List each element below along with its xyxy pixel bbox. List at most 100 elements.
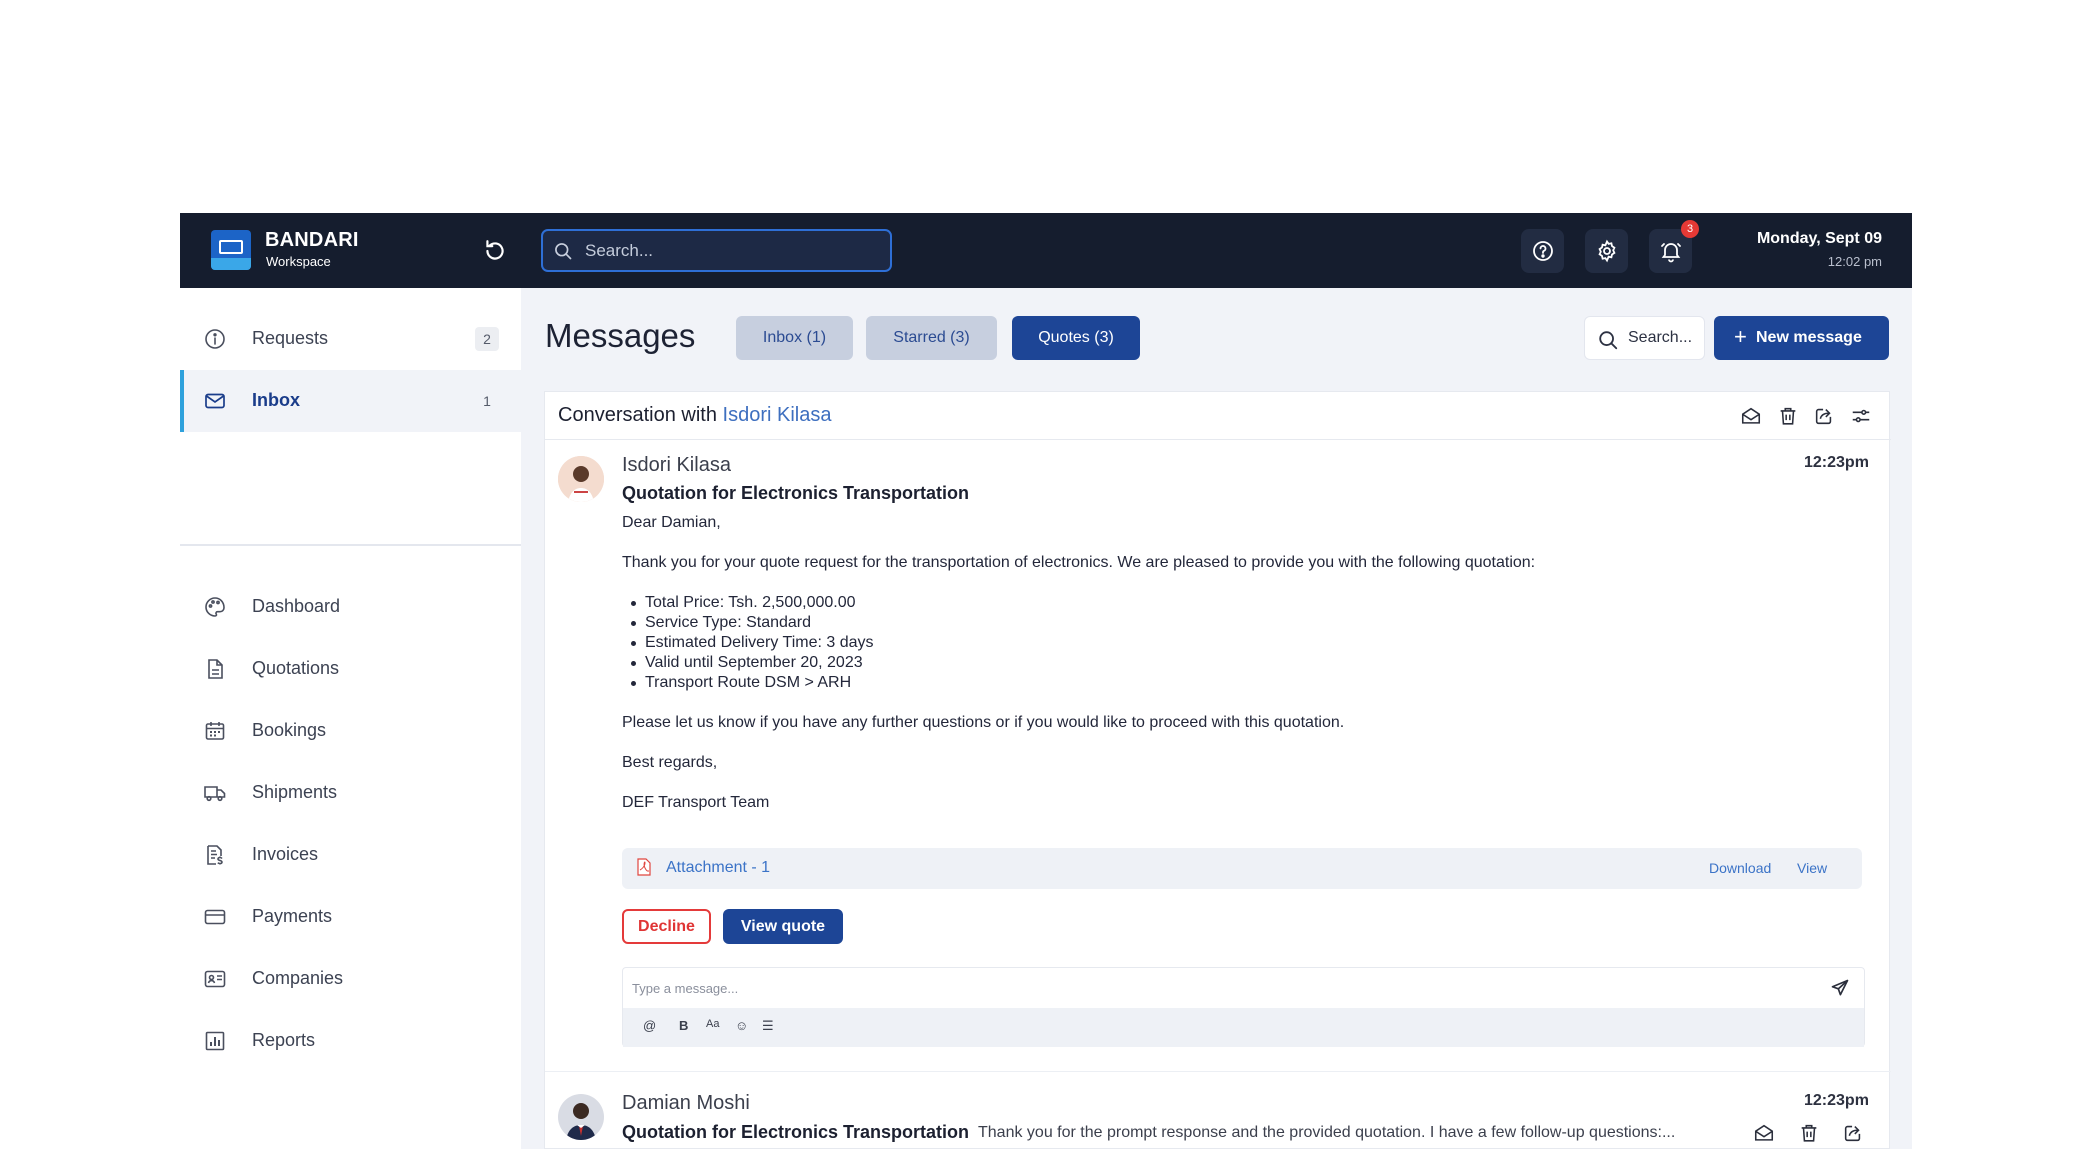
notification-badge: 3 bbox=[1681, 220, 1699, 238]
message-greeting: Dear Damian, bbox=[622, 514, 721, 531]
id-card-icon bbox=[204, 970, 226, 988]
current-date: Monday, Sept 09 bbox=[1756, 230, 1882, 247]
messages-search-button[interactable]: Search... bbox=[1584, 316, 1705, 360]
sidebar-item-quotations[interactable]: Quotations bbox=[180, 638, 521, 700]
new-message-button[interactable]: + New message bbox=[1714, 316, 1889, 360]
mark-read-icon[interactable] bbox=[1740, 405, 1762, 427]
tab-starred[interactable]: Starred (3) bbox=[866, 316, 997, 360]
message-divider bbox=[545, 1071, 1891, 1072]
sidebar-item-inbox[interactable]: Inbox 1 bbox=[180, 370, 521, 432]
sidebar-item-label: Inbox bbox=[252, 390, 300, 410]
sidebar-divider bbox=[180, 544, 521, 546]
view-quote-button[interactable]: View quote bbox=[723, 909, 843, 944]
page-title: Messages bbox=[545, 317, 696, 354]
quote-item-route: Transport Route DSM > ARH bbox=[645, 674, 852, 691]
mail-icon bbox=[205, 393, 225, 409]
trash-icon[interactable] bbox=[1798, 1122, 1820, 1144]
help-button[interactable] bbox=[1521, 229, 1564, 273]
brand-name: BANDARI bbox=[265, 229, 359, 251]
font-size-icon[interactable]: Aa bbox=[706, 1018, 719, 1030]
sidebar-item-requests[interactable]: Requests 2 bbox=[180, 308, 521, 370]
pdf-file-icon bbox=[637, 858, 651, 876]
message-composer: @ B Aa ☺ ☰ bbox=[622, 967, 1865, 1047]
avatar[interactable] bbox=[558, 456, 604, 502]
current-time: 12:02 pm bbox=[1827, 254, 1882, 269]
message-signature: DEF Transport Team bbox=[622, 794, 770, 811]
sidebar-item-invoices[interactable]: Invoices bbox=[180, 824, 521, 886]
attachment-download-link[interactable]: Download bbox=[1709, 860, 1771, 876]
quote-item-validity: Valid until September 20, 2023 bbox=[645, 654, 863, 671]
conversation-contact-name[interactable]: Isdori Kilasa bbox=[723, 404, 832, 426]
composer-toolbar: @ B Aa ☺ ☰ bbox=[623, 1008, 1864, 1047]
sidebar-item-label: Requests bbox=[252, 328, 329, 348]
sidebar-item-label: Invoices bbox=[252, 844, 319, 864]
conversation-panel: Conversation with Isdori Kilasa Isdori K… bbox=[544, 391, 1891, 1149]
message-sender: Damian Moshi bbox=[622, 1092, 750, 1114]
sidebar-item-label: Companies bbox=[252, 968, 344, 988]
bullet bbox=[631, 641, 636, 646]
document-icon bbox=[208, 659, 223, 679]
quote-item-service: Service Type: Standard bbox=[645, 614, 812, 631]
message-sender: Isdori Kilasa bbox=[622, 454, 731, 476]
sidebar: Requests 2 Inbox 1 Dashboard Quotations … bbox=[180, 288, 521, 1149]
active-indicator bbox=[180, 370, 184, 432]
bell-icon bbox=[1661, 243, 1681, 263]
message-input[interactable] bbox=[632, 977, 1812, 999]
filter-sliders-icon[interactable] bbox=[1850, 405, 1872, 427]
sidebar-item-dashboard[interactable]: Dashboard bbox=[180, 576, 521, 638]
bold-icon[interactable]: B bbox=[679, 1018, 688, 1033]
share-icon[interactable] bbox=[1813, 405, 1835, 427]
conversation-title-prefix: Conversation with bbox=[558, 404, 717, 426]
mention-icon[interactable]: @ bbox=[643, 1018, 656, 1033]
conversation-title: Conversation with Isdori Kilasa bbox=[558, 404, 831, 427]
attachment-name[interactable]: Attachment - 1 bbox=[666, 859, 770, 877]
trash-icon[interactable] bbox=[1777, 405, 1799, 427]
new-message-label: New message bbox=[1756, 329, 1862, 346]
avatar[interactable] bbox=[558, 1094, 604, 1140]
sidebar-item-bookings[interactable]: Bookings bbox=[180, 700, 521, 762]
sidebar-item-reports[interactable]: Reports bbox=[180, 1010, 521, 1072]
palette-icon bbox=[205, 597, 225, 617]
quote-item-price: Total Price: Tsh. 2,500,000.00 bbox=[645, 594, 856, 611]
truck-icon bbox=[204, 786, 226, 802]
plus-icon: + bbox=[1734, 324, 1747, 349]
message-subject: Quotation for Electronics Transportation bbox=[622, 483, 970, 503]
list-icon[interactable]: ☰ bbox=[762, 1018, 774, 1034]
emoji-icon[interactable]: ☺ bbox=[735, 1018, 748, 1033]
sidebar-item-label: Dashboard bbox=[252, 596, 341, 616]
tab-inbox[interactable]: Inbox (1) bbox=[736, 316, 853, 360]
send-icon[interactable] bbox=[1830, 978, 1850, 998]
settings-button[interactable] bbox=[1585, 229, 1628, 273]
share-icon[interactable] bbox=[1842, 1122, 1864, 1144]
mark-read-icon[interactable] bbox=[1753, 1122, 1775, 1144]
gear-icon bbox=[1598, 239, 1616, 263]
bullet bbox=[631, 601, 636, 606]
sidebar-item-label: Bookings bbox=[252, 720, 327, 740]
message-preview[interactable]: Thank you for the prompt response and th… bbox=[978, 1124, 1675, 1142]
bandari-logo[interactable] bbox=[211, 230, 251, 270]
messages-search-label: Search... bbox=[1628, 329, 1693, 346]
brand-subtitle: Workspace bbox=[266, 254, 331, 269]
message-subject: Quotation for Electronics Transportation bbox=[622, 1122, 970, 1142]
bullet bbox=[631, 621, 636, 626]
invoice-icon bbox=[207, 845, 223, 865]
global-search[interactable] bbox=[541, 229, 892, 272]
message-time: 12:23pm bbox=[1804, 1092, 1869, 1109]
refresh-icon[interactable] bbox=[482, 238, 508, 264]
decline-button[interactable]: Decline bbox=[622, 909, 711, 944]
sidebar-item-label: Shipments bbox=[252, 782, 338, 802]
help-icon bbox=[1533, 241, 1553, 261]
sidebar-item-companies[interactable]: Companies bbox=[180, 948, 521, 1010]
attachment-row: Attachment - 1 Download View bbox=[622, 848, 1862, 889]
attachment-view-link[interactable]: View bbox=[1797, 860, 1827, 876]
message-time: 12:23pm bbox=[1804, 454, 1869, 471]
search-icon bbox=[1599, 331, 1618, 350]
global-search-input[interactable] bbox=[585, 240, 875, 262]
inbox-count-badge: 1 bbox=[483, 393, 491, 409]
sidebar-item-payments[interactable]: Payments bbox=[180, 886, 521, 948]
sidebar-item-shipments[interactable]: Shipments bbox=[180, 762, 521, 824]
tab-quotes[interactable]: Quotes (3) bbox=[1012, 316, 1140, 360]
message-intro: Thank you for your quote request for the… bbox=[622, 554, 1536, 571]
search-icon bbox=[555, 243, 572, 260]
top-bar: BANDARI Workspace 3 Monday, Sept 09 12:0… bbox=[180, 213, 1912, 288]
